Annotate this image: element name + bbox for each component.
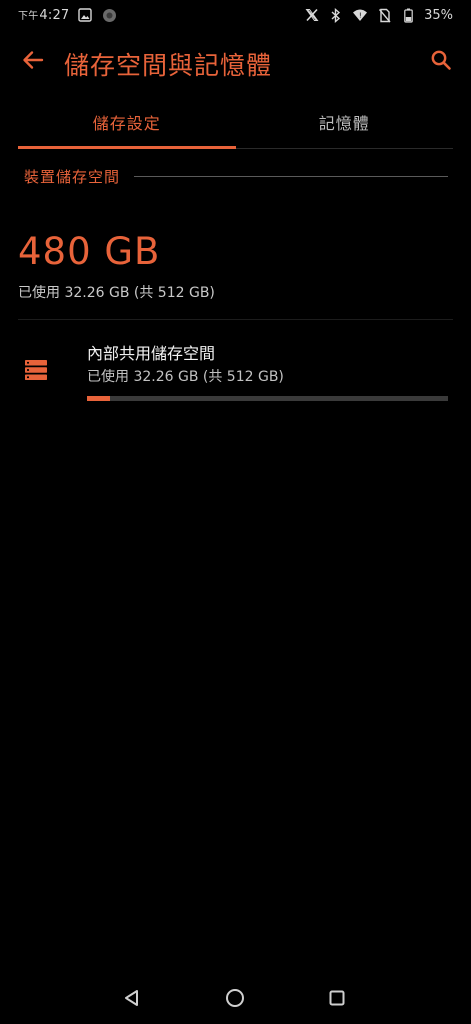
nav-home-button[interactable] xyxy=(221,984,249,1012)
wifi-icon: ! xyxy=(352,7,368,23)
tab-storage-settings[interactable]: 儲存設定 xyxy=(18,104,236,149)
app-bar: 儲存空間與記憶體 xyxy=(0,38,471,84)
back-button[interactable] xyxy=(18,45,48,75)
section-header: 裝置儲存空間 xyxy=(24,166,448,187)
arrow-left-icon xyxy=(23,51,44,69)
search-button[interactable] xyxy=(425,44,457,76)
storage-item-title: 內部共用儲存空間 xyxy=(87,344,216,363)
tab-memory[interactable]: 記憶體 xyxy=(236,104,454,148)
back-triangle-icon xyxy=(125,990,138,1006)
section-title: 裝置儲存空間 xyxy=(24,168,121,186)
image-icon xyxy=(77,7,93,23)
clock-time: 4:27 xyxy=(39,8,70,23)
storage-progress-fill xyxy=(87,396,110,401)
status-bar: 下午4:27 ! 35% xyxy=(0,0,471,30)
navigation-bar xyxy=(0,970,471,1024)
no-sim-icon xyxy=(376,7,392,23)
battery-percent: 35% xyxy=(424,7,453,23)
section-divider xyxy=(134,176,448,177)
svg-text:!: ! xyxy=(359,12,362,20)
clock: 下午4:27 xyxy=(18,7,69,23)
page-title: 儲存空間與記憶體 xyxy=(64,51,273,80)
clock-ampm: 下午 xyxy=(18,11,39,22)
storage-icon xyxy=(25,360,47,380)
storage-progress-bar xyxy=(87,396,448,401)
status-right: ! 35% xyxy=(304,7,453,23)
total-storage-used: 已使用 32.26 GB (共 512 GB) xyxy=(18,285,215,301)
tab-bar: 儲存設定 記憶體 xyxy=(18,104,453,149)
divider xyxy=(18,319,453,320)
nav-back-button[interactable] xyxy=(118,984,146,1012)
nav-recents-button[interactable] xyxy=(323,984,351,1012)
app-notification-icon xyxy=(101,7,117,23)
home-circle-icon xyxy=(226,989,244,1007)
storage-item-used: 已使用 32.26 GB (共 512 GB) xyxy=(87,369,284,385)
internal-storage-item[interactable]: 內部共用儲存空間 已使用 32.26 GB (共 512 GB) xyxy=(0,330,471,410)
recents-square-icon xyxy=(329,990,345,1006)
battery-icon xyxy=(400,7,416,23)
total-storage-size: 480 GB xyxy=(18,230,161,273)
x-twitter-icon xyxy=(304,7,320,23)
bluetooth-icon xyxy=(328,7,344,23)
search-icon xyxy=(431,50,451,70)
status-left: 下午4:27 xyxy=(18,7,117,23)
